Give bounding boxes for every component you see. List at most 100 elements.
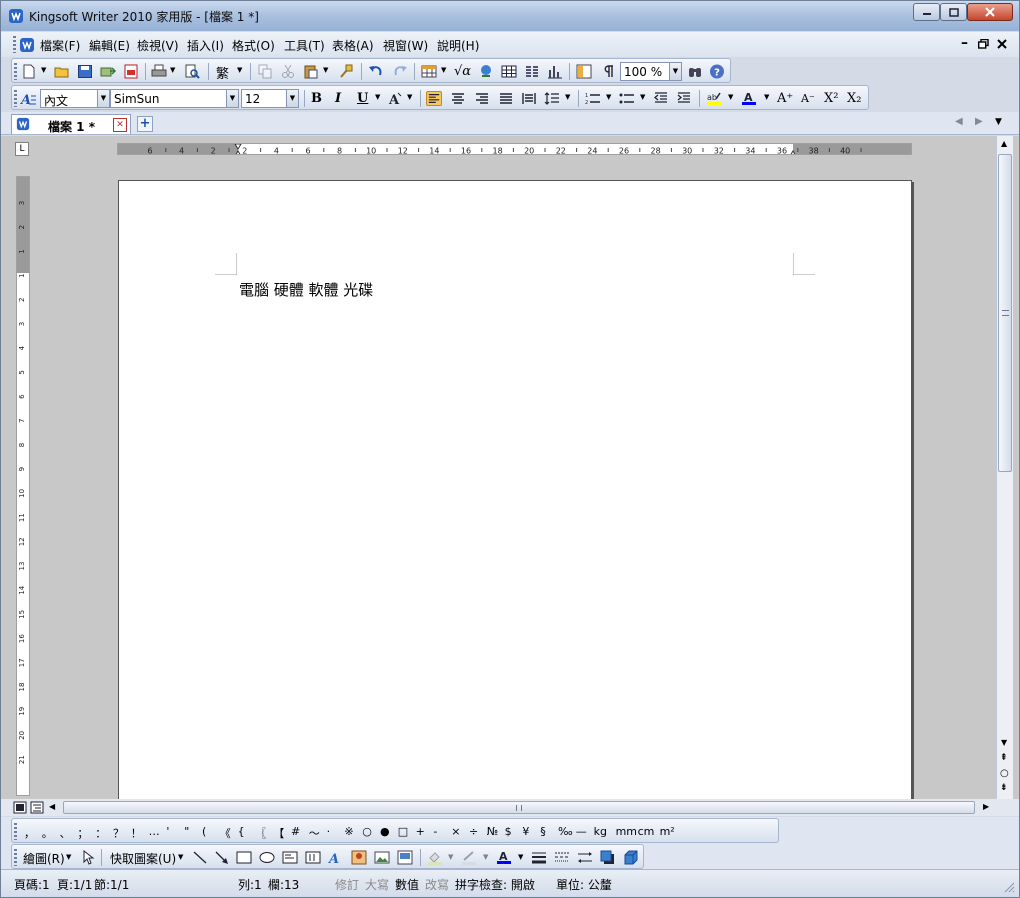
chart-icon[interactable]	[547, 64, 563, 79]
next-page-icon[interactable]: ⇟	[1000, 783, 1008, 793]
ellipse-tool-icon[interactable]	[259, 850, 275, 865]
3d-style-icon[interactable]	[623, 850, 639, 865]
line-tool-icon[interactable]	[192, 850, 208, 865]
trad-dropdown-icon[interactable]: ▼	[237, 66, 242, 74]
symbol-button[interactable]: 、	[60, 825, 71, 841]
previous-page-icon[interactable]: ⇞	[1000, 753, 1008, 763]
chevron-down-icon[interactable]: ▼	[97, 90, 109, 107]
increase-indent-icon[interactable]	[676, 91, 692, 106]
symbol-button[interactable]: "	[184, 825, 189, 838]
hyperlink-icon[interactable]	[478, 64, 494, 79]
superscript-button[interactable]: X²	[824, 91, 838, 106]
numbering-icon[interactable]: 12	[585, 91, 601, 106]
doc-close-icon[interactable]	[997, 39, 1007, 49]
align-left-icon[interactable]	[426, 91, 442, 106]
vertical-textbox-icon[interactable]	[305, 850, 321, 865]
show-marks-icon[interactable]	[599, 64, 615, 79]
italic-button[interactable]: I	[335, 91, 341, 106]
symbol-button[interactable]: ●	[380, 825, 390, 838]
vertical-scrollbar[interactable]: ▲ ▼ ⇞ ○ ⇟	[996, 136, 1013, 799]
symbol-button[interactable]: m²	[660, 825, 675, 838]
font-combo[interactable]: SimSun ▼	[110, 89, 239, 108]
menu-edit[interactable]: 編輯(E)	[89, 37, 130, 54]
format-painter-icon[interactable]	[338, 64, 354, 79]
distribute-icon[interactable]	[521, 91, 537, 106]
copy-icon[interactable]	[257, 64, 273, 79]
symbol-button[interactable]: 。	[42, 825, 53, 841]
symbol-button[interactable]: ×	[451, 825, 460, 838]
justify-icon[interactable]	[498, 91, 514, 106]
subscript-button[interactable]: X₂	[847, 91, 861, 106]
symbol-button[interactable]: (	[202, 825, 206, 838]
symbol-button[interactable]: ‰	[558, 825, 573, 838]
tab-stop-selector[interactable]: L	[15, 142, 29, 156]
bullets-dropdown-icon[interactable]: ▼	[640, 93, 645, 101]
cut-icon[interactable]	[280, 64, 296, 79]
align-right-icon[interactable]	[474, 91, 490, 106]
draw-font-color-icon[interactable]: A	[496, 850, 512, 865]
rectangle-tool-icon[interactable]	[236, 850, 252, 865]
symbol-button[interactable]: ¥	[522, 825, 529, 838]
font-size-combo[interactable]: 12 ▼	[241, 89, 299, 108]
effect-dropdown-icon[interactable]: ▼	[407, 93, 412, 101]
bullets-icon[interactable]	[619, 91, 635, 106]
symbol-button[interactable]: ！	[131, 825, 142, 841]
vertical-ruler[interactable]: 321123456789101112131415161718192021	[16, 176, 30, 796]
symbol-button[interactable]: #	[291, 825, 300, 838]
symbol-button[interactable]: ，	[24, 825, 35, 841]
textbox-tool-icon[interactable]	[282, 850, 298, 865]
clipart-icon[interactable]	[351, 850, 367, 865]
table-dropdown-icon[interactable]: ▼	[441, 66, 446, 74]
traditional-chinese-button[interactable]: 繁	[216, 63, 229, 82]
scroll-left-icon[interactable]: ◀	[49, 802, 55, 811]
line-color-icon[interactable]	[461, 850, 477, 865]
menu-help[interactable]: 說明(H)	[437, 37, 479, 54]
symbol-button[interactable]: 《	[220, 825, 231, 841]
outline-view-icon[interactable]	[30, 801, 44, 814]
symbol-button[interactable]: 【	[273, 825, 284, 841]
autoshapes-button[interactable]: 快取圖案(U)	[110, 850, 176, 867]
symbol-button[interactable]: mm	[616, 825, 637, 838]
styles-icon[interactable]: A	[20, 91, 36, 106]
symbol-button[interactable]: {	[238, 825, 245, 838]
help-icon[interactable]: ?	[709, 64, 725, 79]
font-color-icon[interactable]: A	[741, 91, 757, 106]
symbol-button[interactable]: $	[505, 825, 512, 838]
tab-close-icon[interactable]: ✕	[113, 118, 127, 132]
bold-button[interactable]: B	[311, 91, 322, 106]
tab-scroll-left-icon[interactable]: ◀	[955, 116, 963, 127]
symbol-button[interactable]: ？	[113, 825, 124, 841]
document-tab[interactable]: 檔案 1 * ✕	[11, 114, 131, 134]
draw-font-color-dropdown-icon[interactable]: ▼	[518, 853, 523, 861]
symbol-button[interactable]: …	[149, 825, 160, 838]
new-tab-icon[interactable]: +	[137, 116, 153, 132]
symbol-button[interactable]: ○	[362, 825, 372, 838]
title-bar[interactable]: Kingsoft Writer 2010 家用版 - [檔案 1 *]	[1, 1, 1019, 31]
dash-style-icon[interactable]	[554, 850, 570, 865]
symbol-button[interactable]: —	[576, 825, 587, 838]
font-color-dropdown-icon[interactable]: ▼	[764, 93, 769, 101]
line-spacing-icon[interactable]	[544, 91, 560, 106]
new-document-icon[interactable]	[21, 64, 37, 79]
doc-restore-icon[interactable]	[978, 39, 989, 49]
menu-format[interactable]: 格式(O)	[232, 37, 275, 54]
scroll-down-icon[interactable]: ▼	[1001, 738, 1007, 747]
symbol-button[interactable]: ÷	[469, 825, 478, 838]
select-browse-object-icon[interactable]: ○	[1000, 768, 1009, 779]
tab-scroll-right-icon[interactable]: ▶	[975, 116, 983, 127]
scroll-right-icon[interactable]: ▶	[983, 802, 989, 811]
symbol-button[interactable]: ·	[327, 825, 331, 838]
document-page[interactable]: 電腦 硬體 軟體 光碟	[118, 180, 912, 810]
send-mail-icon[interactable]	[100, 64, 116, 79]
insert-table-icon[interactable]	[421, 64, 437, 79]
document-menu-icon[interactable]	[19, 37, 35, 53]
document-map-icon[interactable]	[576, 64, 592, 79]
doc-minimize-icon[interactable]: –	[961, 35, 968, 51]
fill-color-icon[interactable]	[427, 850, 443, 865]
draw-dropdown-icon[interactable]: ▼	[66, 853, 71, 861]
arrow-tool-icon[interactable]	[214, 850, 230, 865]
export-pdf-icon[interactable]	[123, 64, 139, 79]
toolbar-grip[interactable]	[13, 36, 16, 53]
numbering-dropdown-icon[interactable]: ▼	[606, 93, 611, 101]
status-spell-check[interactable]: 拼字檢查: 開啟	[455, 876, 535, 893]
